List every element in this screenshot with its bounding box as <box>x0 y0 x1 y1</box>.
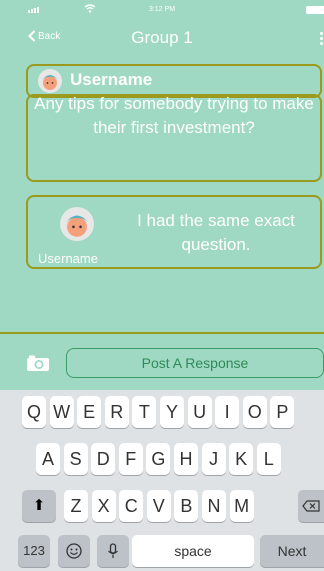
microphone-key[interactable] <box>97 535 129 567</box>
page-title: Group 1 <box>131 28 193 47</box>
question-text: Any tips for somebody trying to make the… <box>34 94 314 137</box>
shift-key[interactable]: ⬆ <box>22 490 56 522</box>
numbers-key[interactable]: 123 <box>18 535 50 567</box>
camera-icon[interactable] <box>26 354 50 377</box>
key-k[interactable]: K <box>229 443 254 475</box>
key-p[interactable]: P <box>270 396 295 428</box>
key-b[interactable]: B <box>174 490 199 522</box>
keyboard: QWERTYUIOP ASDFGHJKL ZXCVBNM ⬆ 123 space… <box>0 390 324 571</box>
key-a[interactable]: A <box>36 443 60 475</box>
key-i[interactable]: I <box>215 396 240 428</box>
reply-username: Username <box>38 251 98 266</box>
reply-text: I had the same exact question. <box>137 211 295 254</box>
battery-icon <box>306 6 324 14</box>
key-d[interactable]: D <box>91 443 116 475</box>
key-j[interactable]: J <box>201 443 226 475</box>
key-q[interactable]: Q <box>22 396 46 428</box>
emoji-icon <box>66 543 82 559</box>
backspace-key[interactable] <box>298 490 324 522</box>
backspace-icon <box>302 500 320 512</box>
emoji-key[interactable] <box>58 535 90 567</box>
key-v[interactable]: V <box>146 490 171 522</box>
status-bar: 3:12 PM <box>0 0 324 20</box>
space-key[interactable]: space <box>132 535 254 567</box>
more-options-icon[interactable] <box>320 32 324 45</box>
key-y[interactable]: Y <box>160 396 184 428</box>
question-username: Username <box>70 70 153 89</box>
key-z[interactable]: Z <box>64 490 88 522</box>
key-m[interactable]: M <box>229 490 254 522</box>
key-s[interactable]: S <box>63 443 88 475</box>
reply-card[interactable]: Username I had the same exact question. <box>26 195 322 269</box>
microphone-icon <box>108 543 118 558</box>
response-composer: Post A Response <box>0 332 324 392</box>
key-h[interactable]: H <box>174 443 198 475</box>
status-time: 3:12 PM <box>148 6 176 13</box>
avatar <box>60 207 94 246</box>
key-x[interactable]: X <box>91 490 116 522</box>
nav-bar: Back Group 1 <box>0 28 324 50</box>
key-e[interactable]: E <box>77 396 102 428</box>
key-w[interactable]: W <box>49 396 74 428</box>
key-n[interactable]: N <box>202 490 226 522</box>
key-f[interactable]: F <box>118 443 143 475</box>
key-g[interactable]: G <box>146 443 171 475</box>
key-o[interactable]: O <box>242 396 267 428</box>
key-u[interactable]: U <box>187 396 212 428</box>
key-t[interactable]: T <box>132 396 157 428</box>
key-l[interactable]: L <box>256 443 281 475</box>
key-r[interactable]: R <box>104 396 129 428</box>
key-c[interactable]: C <box>119 490 144 522</box>
post-response-button[interactable]: Post A Response <box>66 348 324 378</box>
next-key[interactable]: Next <box>260 535 324 567</box>
